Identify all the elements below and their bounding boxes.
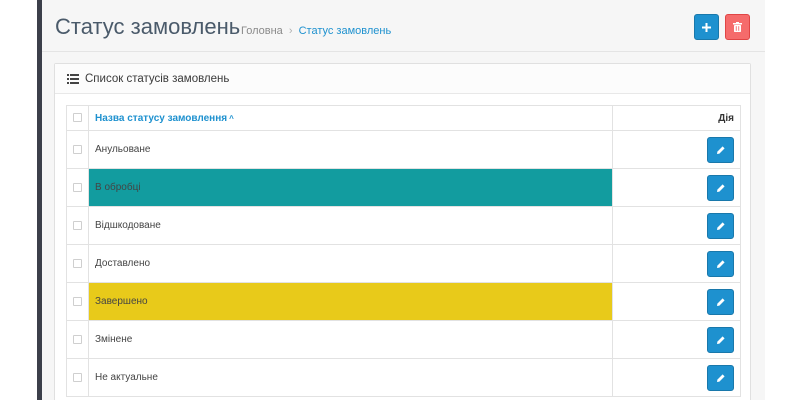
status-name: Доставлено [95, 258, 151, 269]
status-name: Не актуальне [95, 372, 158, 383]
breadcrumb-separator: › [288, 25, 293, 37]
status-name-cell: Анульоване [88, 130, 613, 169]
page-header: Статус замовлень Головна › Статус замовл… [42, 0, 765, 52]
status-name: В обробці [95, 182, 141, 193]
status-name: Відшкодоване [95, 220, 161, 231]
action-cell [612, 320, 741, 359]
breadcrumb: Головна › Статус замовлень [241, 25, 391, 37]
pencil-icon [716, 259, 725, 268]
action-cell [612, 130, 741, 169]
row-checkbox[interactable] [73, 220, 82, 230]
table-row: Змінене [66, 320, 741, 359]
row-checkbox[interactable] [73, 296, 82, 306]
action-cell [612, 282, 741, 321]
pencil-icon [716, 297, 725, 306]
edit-button[interactable] [707, 364, 734, 391]
action-column-header: Дія [612, 105, 741, 131]
pencil-icon [716, 221, 725, 230]
table-row: Анульоване [66, 130, 741, 169]
sort-by-name-link[interactable]: Назва статусу замовлення ^ [95, 113, 234, 124]
row-select-cell [66, 244, 89, 283]
action-cell [612, 168, 741, 207]
row-checkbox[interactable] [73, 372, 82, 382]
pencil-icon [716, 145, 725, 154]
status-name: Змінене [95, 334, 133, 345]
table-row: Доставлено [66, 244, 741, 283]
add-button[interactable] [694, 14, 719, 40]
status-table: Назва статусу замовлення ^ Дія Анульоване… [66, 105, 741, 397]
plus-icon [702, 22, 711, 32]
status-name-cell: Змінене [88, 320, 613, 359]
action-cell [612, 358, 741, 397]
select-all-cell [66, 105, 89, 131]
row-checkbox[interactable] [73, 144, 82, 154]
delete-button[interactable] [725, 14, 750, 40]
row-checkbox[interactable] [73, 334, 82, 344]
trash-icon [733, 22, 742, 32]
pencil-icon [716, 335, 725, 344]
action-column-label: Дія [718, 112, 734, 124]
panel-heading-title: Список статусів замовлень [85, 72, 230, 85]
table-row: Не актуальне [66, 358, 741, 397]
row-checkbox[interactable] [73, 258, 82, 268]
breadcrumb-current-link[interactable]: Статус замовлень [299, 25, 392, 37]
action-cell [612, 244, 741, 283]
name-column-header[interactable]: Назва статусу замовлення ^ [88, 105, 613, 131]
content-area: Статус замовлень Головна › Статус замовл… [42, 0, 765, 400]
table-header-row: Назва статусу замовлення ^ Дія [66, 105, 741, 131]
edit-button[interactable] [707, 326, 734, 353]
list-icon [67, 73, 79, 84]
pencil-icon [716, 373, 725, 382]
row-select-cell [66, 168, 89, 207]
status-name-cell: Завершено [88, 282, 613, 321]
pencil-icon [716, 183, 725, 192]
panel-heading: Список статусів замовлень [55, 64, 750, 94]
name-column-label: Назва статусу замовлення [95, 112, 228, 124]
row-select-cell [66, 282, 89, 321]
edit-button[interactable] [707, 212, 734, 239]
row-select-cell [66, 320, 89, 359]
table-row: Завершено [66, 282, 741, 321]
table-row: Відшкодоване [66, 206, 741, 245]
status-name-cell: В обробці [88, 168, 613, 207]
status-table-wrapper: Назва статусу замовлення ^ Дія Анульоване… [66, 105, 741, 397]
select-all-checkbox[interactable] [73, 113, 82, 123]
breadcrumb-home-link[interactable]: Головна [241, 25, 283, 37]
status-name-cell: Не актуальне [88, 358, 613, 397]
edit-button[interactable] [707, 288, 734, 315]
status-name-cell: Доставлено [88, 244, 613, 283]
status-table-body: Анульоване В обробці Відшкодоване Доставлен… [66, 130, 741, 397]
status-name: Завершено [95, 296, 148, 307]
edit-button[interactable] [707, 136, 734, 163]
action-cell [612, 206, 741, 245]
sort-ascending-icon: ^ [229, 113, 234, 123]
row-select-cell [66, 130, 89, 169]
right-gutter [765, 0, 800, 400]
left-gutter [0, 0, 37, 400]
order-status-panel: Список статусів замовлень Назва статусу … [54, 63, 751, 400]
row-checkbox[interactable] [73, 182, 82, 192]
row-select-cell [66, 358, 89, 397]
table-row: В обробці [66, 168, 741, 207]
edit-button[interactable] [707, 174, 734, 201]
status-name-cell: Відшкодоване [88, 206, 613, 245]
status-name: Анульоване [95, 144, 151, 155]
page-title: Статус замовлень [55, 14, 241, 39]
edit-button[interactable] [707, 250, 734, 277]
row-select-cell [66, 206, 89, 245]
